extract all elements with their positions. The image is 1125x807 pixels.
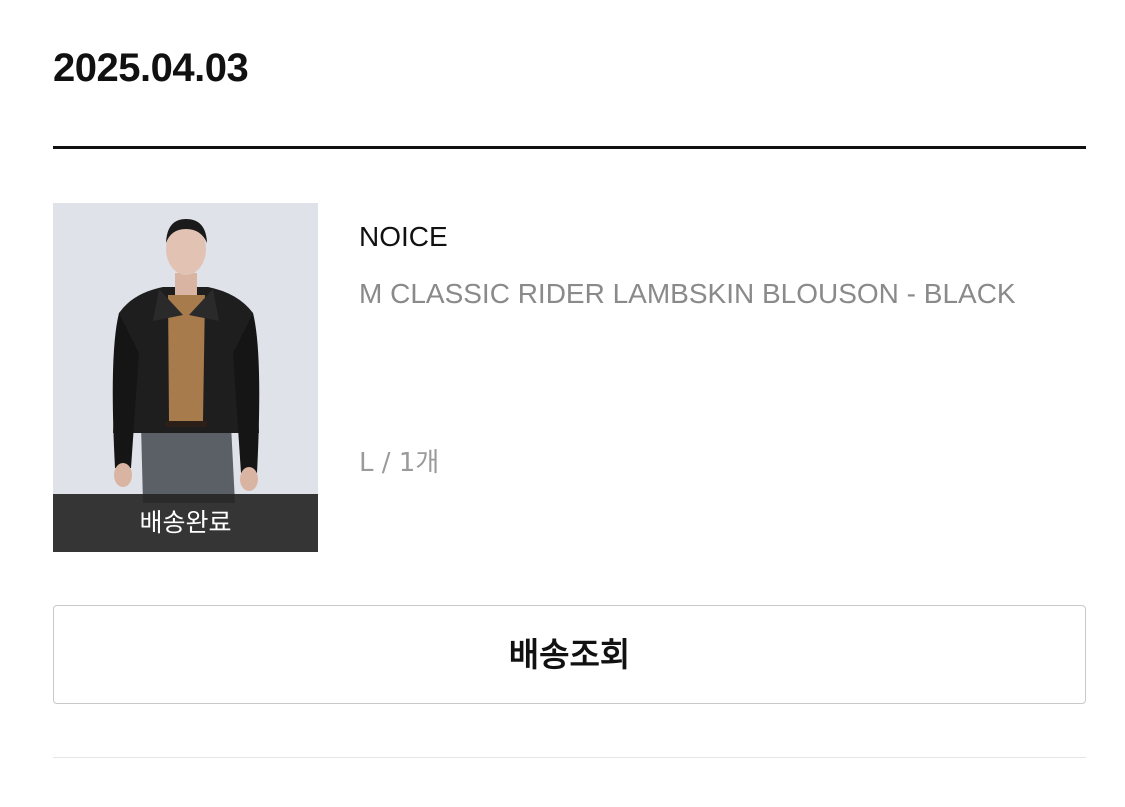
bottom-divider xyxy=(53,757,1086,758)
brand-name[interactable]: NOICE xyxy=(359,220,448,254)
option-quantity: L / 1개 xyxy=(359,448,440,478)
order-date: 2025.04.03 xyxy=(53,46,249,90)
header-divider xyxy=(53,146,1086,149)
track-delivery-button[interactable]: 배송조회 xyxy=(53,605,1086,704)
product-name[interactable]: M CLASSIC RIDER LAMBSKIN BLOUSON - BLACK xyxy=(359,277,1016,311)
product-image[interactable]: 배송완료 xyxy=(53,203,318,552)
delivery-status-badge: 배송완료 xyxy=(53,494,318,552)
